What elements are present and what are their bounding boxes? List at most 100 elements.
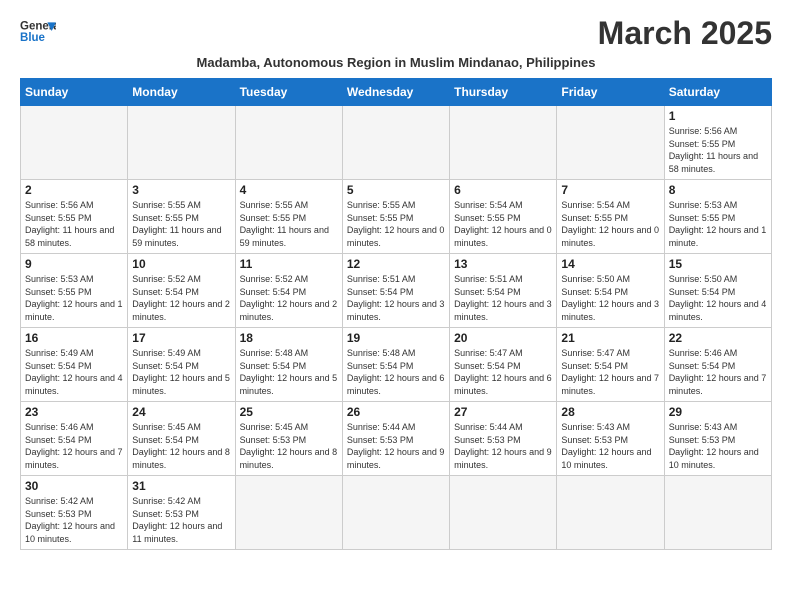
calendar-week-row: 30 Sunrise: 5:42 AM Sunset: 5:53 PM Dayli…	[21, 476, 772, 550]
table-row	[21, 106, 128, 180]
calendar-header-row: Sunday Monday Tuesday Wednesday Thursday…	[21, 79, 772, 106]
day-number: 18	[240, 331, 338, 345]
table-row: 7 Sunrise: 5:54 AM Sunset: 5:55 PM Daylig…	[557, 180, 664, 254]
calendar-week-row: 9 Sunrise: 5:53 AM Sunset: 5:55 PM Daylig…	[21, 254, 772, 328]
day-number: 28	[561, 405, 659, 419]
day-number: 8	[669, 183, 767, 197]
day-info: Sunrise: 5:45 AM Sunset: 5:53 PM Dayligh…	[240, 421, 338, 471]
table-row	[664, 476, 771, 550]
table-row: 27 Sunrise: 5:44 AM Sunset: 5:53 PM Dayli…	[450, 402, 557, 476]
day-info: Sunrise: 5:42 AM Sunset: 5:53 PM Dayligh…	[132, 495, 230, 545]
day-info: Sunrise: 5:45 AM Sunset: 5:54 PM Dayligh…	[132, 421, 230, 471]
day-number: 27	[454, 405, 552, 419]
day-info: Sunrise: 5:54 AM Sunset: 5:55 PM Dayligh…	[561, 199, 659, 249]
day-info: Sunrise: 5:56 AM Sunset: 5:55 PM Dayligh…	[25, 199, 123, 249]
table-row: 28 Sunrise: 5:43 AM Sunset: 5:53 PM Dayli…	[557, 402, 664, 476]
calendar-week-row: 2 Sunrise: 5:56 AM Sunset: 5:55 PM Daylig…	[21, 180, 772, 254]
day-number: 21	[561, 331, 659, 345]
table-row: 12 Sunrise: 5:51 AM Sunset: 5:54 PM Dayli…	[342, 254, 449, 328]
table-row	[450, 476, 557, 550]
table-row	[342, 106, 449, 180]
table-row	[557, 476, 664, 550]
day-number: 9	[25, 257, 123, 271]
day-info: Sunrise: 5:55 AM Sunset: 5:55 PM Dayligh…	[347, 199, 445, 249]
table-row: 14Sunrise: 5:50 AM Sunset: 5:54 PM Dayli…	[557, 254, 664, 328]
day-number: 3	[132, 183, 230, 197]
day-number: 2	[25, 183, 123, 197]
day-number: 5	[347, 183, 445, 197]
table-row: 9 Sunrise: 5:53 AM Sunset: 5:55 PM Daylig…	[21, 254, 128, 328]
day-info: Sunrise: 5:51 AM Sunset: 5:54 PM Dayligh…	[347, 273, 445, 323]
svg-text:Blue: Blue	[20, 32, 46, 44]
table-row: 10 Sunrise: 5:52 AM Sunset: 5:54 PM Dayli…	[128, 254, 235, 328]
calendar-week-row: 1 Sunrise: 5:56 AM Sunset: 5:55 PM Daylig…	[21, 106, 772, 180]
day-info: Sunrise: 5:48 AM Sunset: 5:54 PM Dayligh…	[240, 347, 338, 397]
calendar-table: Sunday Monday Tuesday Wednesday Thursday…	[20, 78, 772, 550]
day-info: Sunrise: 5:48 AM Sunset: 5:54 PM Dayligh…	[347, 347, 445, 397]
day-number: 16	[25, 331, 123, 345]
table-row: 21 Sunrise: 5:47 AM Sunset: 5:54 PM Dayli…	[557, 328, 664, 402]
table-row: 31Sunrise: 5:42 AM Sunset: 5:53 PM Dayli…	[128, 476, 235, 550]
day-number: 4	[240, 183, 338, 197]
day-number: 1	[669, 109, 767, 123]
day-number: 20	[454, 331, 552, 345]
day-info: Sunrise: 5:49 AM Sunset: 5:54 PM Dayligh…	[25, 347, 123, 397]
logo: General Blue	[20, 16, 56, 46]
day-info: Sunrise: 5:43 AM Sunset: 5:53 PM Dayligh…	[561, 421, 659, 471]
table-row: 25Sunrise: 5:45 AM Sunset: 5:53 PM Dayli…	[235, 402, 342, 476]
day-info: Sunrise: 5:44 AM Sunset: 5:53 PM Dayligh…	[347, 421, 445, 471]
day-number: 6	[454, 183, 552, 197]
table-row: 20 Sunrise: 5:47 AM Sunset: 5:54 PM Dayli…	[450, 328, 557, 402]
table-row: 16 Sunrise: 5:49 AM Sunset: 5:54 PM Dayli…	[21, 328, 128, 402]
page: General Blue March 2025 Madamba, Autonom…	[0, 0, 792, 560]
day-number: 12	[347, 257, 445, 271]
day-number: 19	[347, 331, 445, 345]
table-row: 4 Sunrise: 5:55 AM Sunset: 5:55 PM Daylig…	[235, 180, 342, 254]
table-row: 8Sunrise: 5:53 AM Sunset: 5:55 PM Daylig…	[664, 180, 771, 254]
day-number: 7	[561, 183, 659, 197]
day-info: Sunrise: 5:52 AM Sunset: 5:54 PM Dayligh…	[132, 273, 230, 323]
day-info: Sunrise: 5:51 AM Sunset: 5:54 PM Dayligh…	[454, 273, 552, 323]
day-info: Sunrise: 5:43 AM Sunset: 5:53 PM Dayligh…	[669, 421, 767, 471]
day-info: Sunrise: 5:53 AM Sunset: 5:55 PM Dayligh…	[25, 273, 123, 323]
subtitle: Madamba, Autonomous Region in Muslim Min…	[20, 55, 772, 70]
table-row	[128, 106, 235, 180]
day-number: 17	[132, 331, 230, 345]
table-row	[450, 106, 557, 180]
month-title: March 2025	[598, 16, 772, 51]
title-area: March 2025	[598, 16, 772, 51]
day-number: 15	[669, 257, 767, 271]
day-info: Sunrise: 5:44 AM Sunset: 5:53 PM Dayligh…	[454, 421, 552, 471]
table-row: 22 Sunrise: 5:46 AM Sunset: 5:54 PM Dayli…	[664, 328, 771, 402]
table-row: 30 Sunrise: 5:42 AM Sunset: 5:53 PM Dayli…	[21, 476, 128, 550]
header-friday: Friday	[557, 79, 664, 106]
header-saturday: Saturday	[664, 79, 771, 106]
day-info: Sunrise: 5:42 AM Sunset: 5:53 PM Dayligh…	[25, 495, 123, 545]
table-row: 18 Sunrise: 5:48 AM Sunset: 5:54 PM Dayli…	[235, 328, 342, 402]
header-thursday: Thursday	[450, 79, 557, 106]
day-info: Sunrise: 5:47 AM Sunset: 5:54 PM Dayligh…	[561, 347, 659, 397]
day-number: 29	[669, 405, 767, 419]
table-row: 19 Sunrise: 5:48 AM Sunset: 5:54 PM Dayli…	[342, 328, 449, 402]
day-info: Sunrise: 5:55 AM Sunset: 5:55 PM Dayligh…	[132, 199, 230, 249]
table-row	[557, 106, 664, 180]
day-number: 11	[240, 257, 338, 271]
table-row: 13Sunrise: 5:51 AM Sunset: 5:54 PM Dayli…	[450, 254, 557, 328]
day-number: 30	[25, 479, 123, 493]
logo-icon: General Blue	[20, 16, 56, 46]
table-row: 15Sunrise: 5:50 AM Sunset: 5:54 PM Dayli…	[664, 254, 771, 328]
day-info: Sunrise: 5:47 AM Sunset: 5:54 PM Dayligh…	[454, 347, 552, 397]
table-row: 3 Sunrise: 5:55 AM Sunset: 5:55 PM Daylig…	[128, 180, 235, 254]
day-number: 23	[25, 405, 123, 419]
table-row: 6Sunrise: 5:54 AM Sunset: 5:55 PM Daylig…	[450, 180, 557, 254]
table-row	[235, 106, 342, 180]
day-info: Sunrise: 5:46 AM Sunset: 5:54 PM Dayligh…	[669, 347, 767, 397]
table-row: 24Sunrise: 5:45 AM Sunset: 5:54 PM Dayli…	[128, 402, 235, 476]
day-info: Sunrise: 5:56 AM Sunset: 5:55 PM Dayligh…	[669, 125, 767, 175]
day-info: Sunrise: 5:55 AM Sunset: 5:55 PM Dayligh…	[240, 199, 338, 249]
day-number: 10	[132, 257, 230, 271]
table-row: 23Sunrise: 5:46 AM Sunset: 5:54 PM Dayli…	[21, 402, 128, 476]
header-monday: Monday	[128, 79, 235, 106]
header-wednesday: Wednesday	[342, 79, 449, 106]
day-number: 22	[669, 331, 767, 345]
